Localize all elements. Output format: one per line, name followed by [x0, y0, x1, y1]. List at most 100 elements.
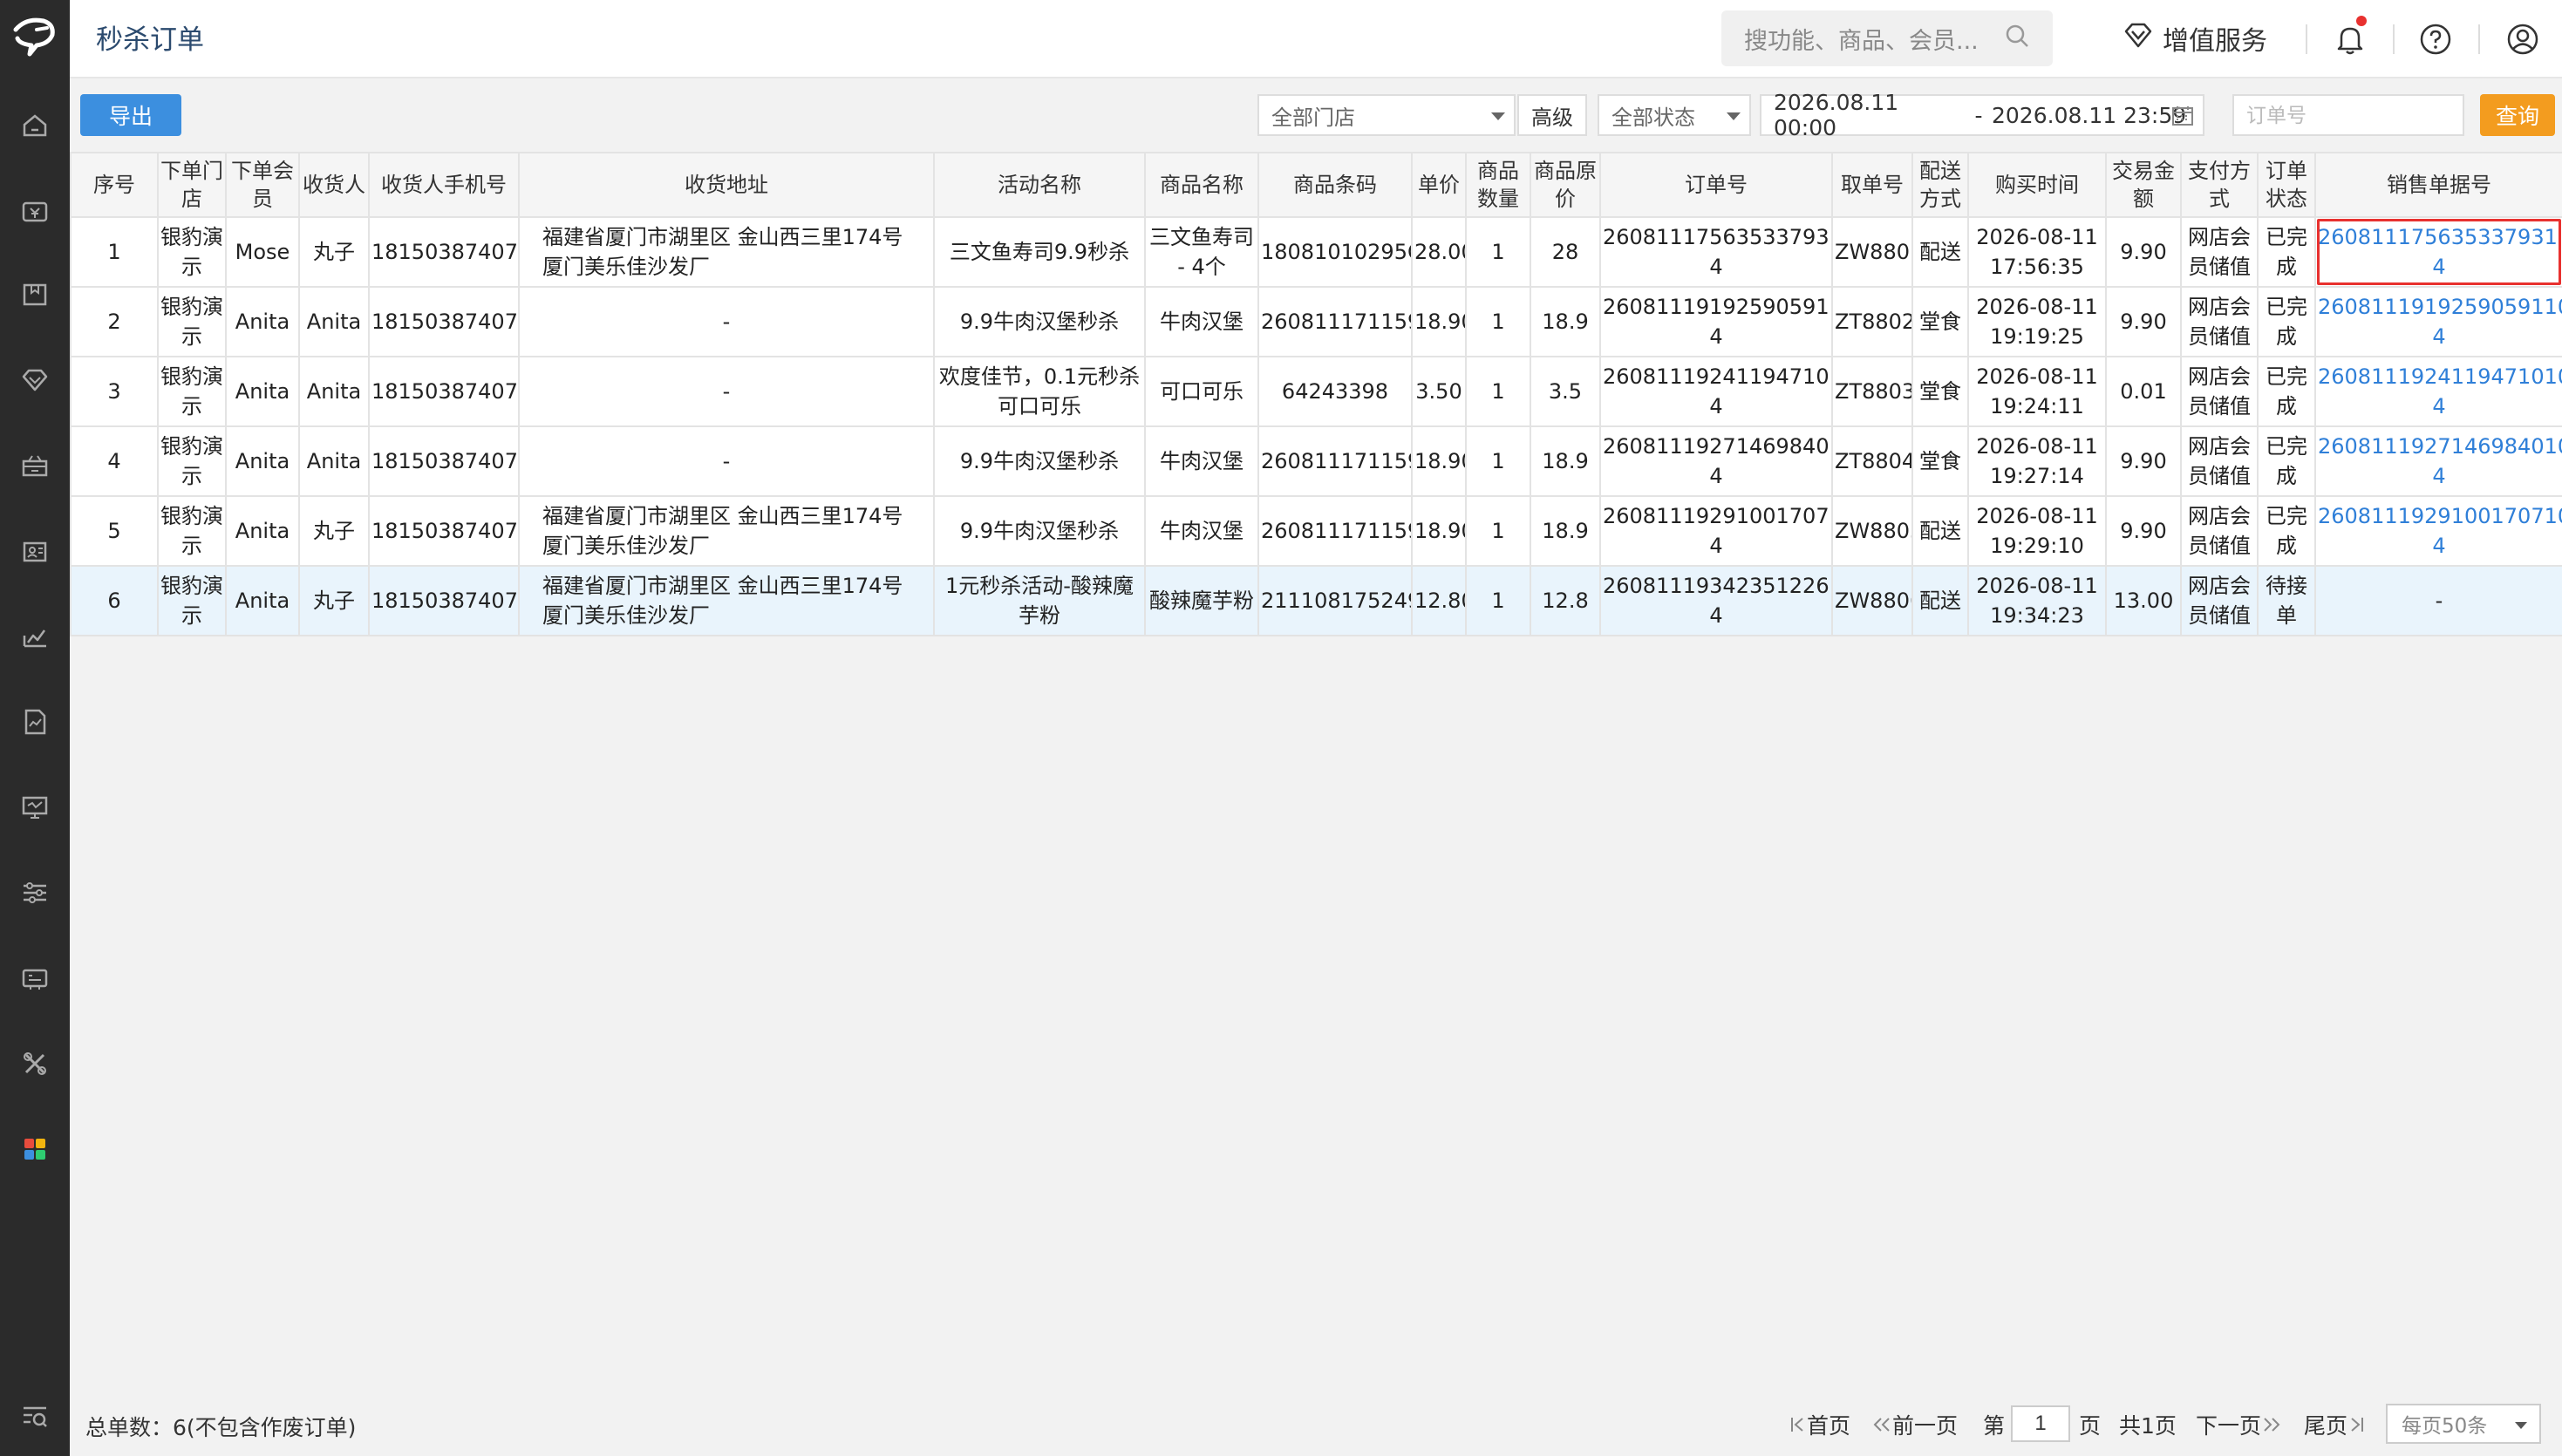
table-cell: 3.50 [1411, 356, 1467, 427]
table-cell: 银豹演示 [157, 286, 227, 357]
search-menu-icon[interactable] [17, 1398, 52, 1433]
table-row[interactable]: 5 银豹演示 Anita 丸子 18150387407 福建省厦门市湖里区 金山西三里17… [70, 495, 2562, 567]
sales-receipt-cell: 2608111924119471010 4 [2314, 356, 2562, 427]
total-orders: 总单数：6(不包含作废订单) [85, 1415, 357, 1440]
store-select[interactable]: 全部门店 [1257, 94, 1516, 136]
table-cell: 丸子 [298, 216, 370, 288]
table-cell: 4 [70, 425, 159, 497]
value-added-services-button[interactable]: 增值服务 [2123, 19, 2267, 58]
column-header: 取单号 [1831, 152, 1913, 218]
page-number-input[interactable] [2011, 1405, 2070, 1442]
table-cell: 丸子 [298, 565, 370, 636]
table-cell: Mose [225, 216, 300, 288]
table-row[interactable]: 6 银豹演示 Anita 丸子 18150387407 福建省厦门市湖里区 金山西三里17… [70, 565, 2562, 636]
table-cell: Anita [298, 425, 370, 497]
user-icon[interactable] [2503, 19, 2543, 59]
table-cell: 18150387407 [368, 286, 520, 357]
apps-icon[interactable] [17, 1132, 52, 1167]
logo-icon[interactable] [10, 12, 59, 61]
table-cell: Anita [225, 495, 300, 567]
device-icon[interactable] [17, 961, 52, 996]
table-cell: 2026-08-11 19:24:11 [1967, 356, 2107, 427]
table-row[interactable]: 4 银豹演示 Anita Anita 18150387407-9.9牛肉汉堡秒杀 牛肉汉堡… [70, 425, 2562, 497]
store-select-value: 全部门店 [1271, 105, 1355, 130]
date-end: 2026.08.11 23:59 [1992, 102, 2187, 128]
sales-receipt-link[interactable]: 2608111927146984010 4 [2318, 434, 2561, 488]
query-button[interactable]: 查询 [2480, 94, 2555, 136]
column-header: 商品名称 [1144, 152, 1259, 218]
calendar-icon[interactable] [2171, 105, 2194, 133]
bell-icon[interactable] [2330, 16, 2370, 59]
table-header-row: 序号 下单门店 下单会员 收货人 收货人手机号 收货地址 活动名称 商品名称 商品条码 单价 商品数… [70, 152, 2562, 218]
table-cell: 2026-08-11 17:56:35 [1967, 216, 2107, 288]
tools-icon[interactable] [17, 1046, 52, 1081]
column-header: 收货人 [298, 152, 370, 218]
table-row[interactable]: 3 银豹演示 Anita Anita 18150387407- 欢度佳节，0.1元秒杀可口… [70, 356, 2562, 427]
monitor-icon[interactable] [17, 790, 52, 825]
table-cell: 28.00 [1411, 216, 1467, 288]
filter-toolbar: 导出 全部门店 高级 全部状态 2026.08.11 00:00 - 2026.… [70, 80, 2562, 152]
advanced-button[interactable]: 高级 [1517, 94, 1587, 136]
page-size-select[interactable]: 每页50条 [2386, 1404, 2541, 1444]
product-icon[interactable] [17, 277, 52, 312]
global-search[interactable]: 搜功能、商品、会员... [1721, 10, 2053, 66]
table-cell: 配送 [1911, 495, 1969, 567]
report-icon[interactable] [17, 619, 52, 654]
table-cell: 1 [1465, 425, 1531, 497]
prev-page-button[interactable]: 前一页 [1871, 1407, 1958, 1442]
export-button[interactable]: 导出 [80, 94, 181, 136]
column-header: 订单状态 [2257, 152, 2316, 218]
first-page-button[interactable]: 首页 [1789, 1407, 1850, 1442]
sales-receipt-link[interactable]: 2608111756353379310 4 [2318, 225, 2561, 279]
table-cell: 9.90 [2105, 425, 2182, 497]
last-page-button[interactable]: 尾页 [2304, 1407, 2365, 1442]
table-row[interactable]: 1 银豹演示 Mose 丸子 18150387407 福建省厦门市湖里区 金山西三里174… [70, 216, 2562, 288]
table-cell: 堂食 [1911, 356, 1969, 427]
date-separator: - [1974, 102, 1983, 128]
table-cell: 已完成 [2257, 286, 2316, 357]
table-cell: - [518, 356, 935, 427]
table-cell: 1元秒杀活动-酸辣魔芋粉 [933, 565, 1146, 636]
member-icon[interactable] [17, 363, 52, 398]
sales-receipt-cell: 2608111919259059110 4 [2314, 286, 2562, 357]
home-icon[interactable] [17, 108, 52, 143]
table-cell: 网店会员储值 [2180, 495, 2259, 567]
table-cell: Anita [225, 286, 300, 357]
date-range-picker[interactable]: 2026.08.11 00:00 - 2026.08.11 23:59 [1760, 90, 2204, 140]
column-header: 购买时间 [1967, 152, 2107, 218]
cashier-icon[interactable] [17, 194, 52, 228]
table-cell: 2608111929100170710 4 [1599, 495, 1833, 567]
status-select[interactable]: 全部状态 [1598, 94, 1751, 136]
order-number-input[interactable] [2232, 94, 2464, 136]
column-header: 交易金额 [2105, 152, 2182, 218]
table-cell: 待接单 [2257, 565, 2316, 636]
table-cell: 18.9 [1530, 495, 1601, 567]
table-cell: 1 [1465, 216, 1531, 288]
sales-receipt-link[interactable]: 2608111929100170710 4 [2318, 504, 2561, 558]
table-cell: 欢度佳节，0.1元秒杀可口可乐 [933, 356, 1146, 427]
table-cell: 网店会员储值 [2180, 565, 2259, 636]
table-cell: 0.01 [2105, 356, 2182, 427]
marketing-icon[interactable] [17, 448, 52, 483]
column-header: 订单号 [1599, 152, 1833, 218]
table-cell: 银豹演示 [157, 356, 227, 427]
table-cell: 2 [70, 286, 159, 357]
divider [2393, 24, 2395, 54]
table-cell: ZT8802 [1831, 286, 1913, 357]
table-cell: 可口可乐 [1144, 356, 1259, 427]
search-icon[interactable] [2004, 23, 2030, 55]
column-header: 商品原价 [1530, 152, 1601, 218]
help-icon[interactable] [2416, 19, 2456, 59]
date-start: 2026.08.11 00:00 [1774, 90, 1899, 140]
table-row[interactable]: 2 银豹演示 Anita Anita 18150387407-9.9牛肉汉堡秒杀 牛肉汉堡… [70, 286, 2562, 357]
sales-receipt-link[interactable]: 2608111924119471010 4 [2318, 364, 2561, 418]
next-page-button[interactable]: 下一页 [2196, 1407, 2282, 1442]
chevron-down-icon [2515, 1422, 2527, 1429]
settings-icon[interactable] [17, 875, 52, 910]
staff-icon[interactable] [17, 534, 52, 568]
table-cell: 28 [1530, 216, 1601, 288]
table-cell: ZW8806 [1831, 565, 1913, 636]
finance-icon[interactable] [17, 704, 52, 739]
table-cell: 网店会员储值 [2180, 356, 2259, 427]
sales-receipt-link[interactable]: 2608111919259059110 4 [2318, 295, 2561, 349]
